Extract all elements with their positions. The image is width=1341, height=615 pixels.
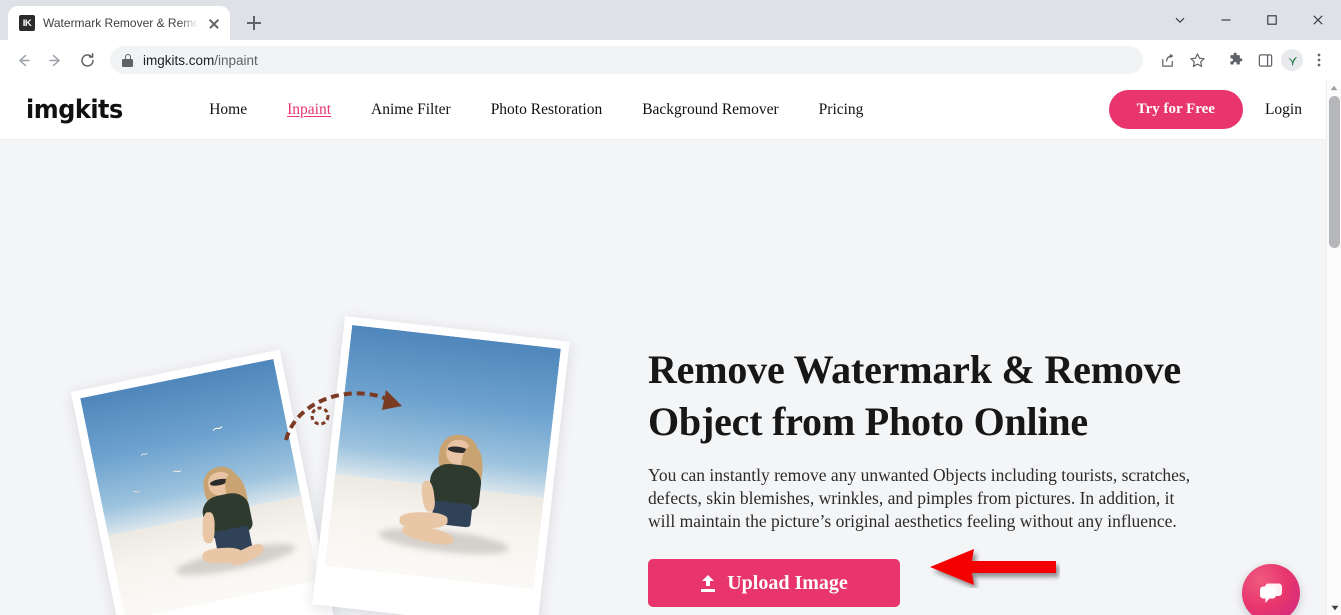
tab-title: Watermark Remover & Remove \u2026: [43, 16, 198, 30]
chrome-menu-icon[interactable]: [1305, 46, 1333, 74]
photo-collage: ∼ ∼ ∼ ∼: [70, 316, 622, 615]
nav-item-pricing[interactable]: Pricing: [799, 95, 884, 125]
chat-widget-button[interactable]: [1242, 564, 1300, 615]
bookmark-star-icon[interactable]: [1183, 46, 1211, 74]
site-header: imgkits Home Inpaint Anime Filter Photo …: [0, 80, 1326, 140]
minimize-button[interactable]: [1203, 0, 1249, 40]
upload-image-button[interactable]: Upload Image: [648, 559, 900, 607]
imgkits-page: imgkits Home Inpaint Anime Filter Photo …: [0, 80, 1326, 615]
after-photo-image: [324, 324, 561, 590]
tab-close-icon[interactable]: [206, 15, 222, 31]
url-path: /inpaint: [214, 52, 258, 68]
nav-item-photo-restoration[interactable]: Photo Restoration: [471, 95, 623, 125]
forward-arrow-icon[interactable]: [40, 45, 70, 75]
browser-window: IK Watermark Remover & Remove \u2026: [0, 0, 1341, 615]
site-logo[interactable]: imgkits: [26, 95, 123, 125]
page-viewport: imgkits Home Inpaint Anime Filter Photo …: [0, 80, 1341, 615]
page-title: Remove Watermark & Remove Object from Ph…: [648, 347, 1181, 444]
browser-tab[interactable]: IK Watermark Remover & Remove \u2026: [8, 6, 230, 40]
try-for-free-button[interactable]: Try for Free: [1108, 90, 1243, 129]
url-text: imgkits.com/inpaint: [143, 53, 258, 68]
tab-search-chevron-down-icon[interactable]: [1157, 0, 1203, 40]
chat-bubble-icon: [1260, 583, 1282, 603]
hero-section: ∼ ∼ ∼ ∼ Remove Watermark & Remove Object…: [0, 140, 1326, 615]
profile-avatar[interactable]: [1281, 49, 1303, 71]
nav-item-anime-filter[interactable]: Anime Filter: [351, 95, 471, 125]
extensions-puzzle-icon[interactable]: [1221, 46, 1249, 74]
nav-item-background-remover[interactable]: Background Remover: [622, 95, 798, 125]
share-icon[interactable]: [1153, 46, 1181, 74]
upload-arrow-icon: [700, 574, 716, 592]
login-link[interactable]: Login: [1265, 101, 1302, 119]
scroll-down-arrow[interactable]: [1327, 600, 1341, 615]
address-bar[interactable]: imgkits.com/inpaint: [110, 46, 1143, 74]
tab-favicon: IK: [19, 15, 35, 31]
back-arrow-icon[interactable]: [8, 45, 38, 75]
nav-item-inpaint[interactable]: Inpaint: [267, 95, 351, 125]
lock-icon: [122, 53, 133, 67]
hero-description: You can instantly remove any unwanted Ob…: [648, 465, 1191, 531]
person-figure: [393, 429, 508, 570]
tab-strip: IK Watermark Remover & Remove \u2026: [0, 0, 1341, 40]
scroll-up-arrow[interactable]: [1327, 80, 1341, 95]
nav-item-home[interactable]: Home: [189, 95, 267, 125]
close-window-button[interactable]: [1295, 0, 1341, 40]
after-photo: [312, 316, 570, 615]
header-actions: Try for Free Login: [1108, 90, 1302, 129]
new-tab-button[interactable]: [240, 9, 268, 37]
bird-icon: ∼: [131, 487, 141, 499]
url-domain: imgkits.com: [143, 52, 215, 68]
side-panel-icon[interactable]: [1251, 46, 1279, 74]
main-navigation: Home Inpaint Anime Filter Photo Restorat…: [189, 95, 883, 125]
maximize-button[interactable]: [1249, 0, 1295, 40]
page-scrollbar[interactable]: [1326, 80, 1341, 615]
red-pointer-arrow: [928, 546, 1060, 588]
browser-toolbar: imgkits.com/inpaint: [0, 40, 1341, 80]
upload-button-label: Upload Image: [727, 571, 848, 594]
window-controls: [1157, 0, 1341, 40]
curved-dashed-arrow-icon: [278, 376, 408, 454]
scrollbar-thumb[interactable]: [1329, 96, 1340, 248]
reload-icon[interactable]: [72, 45, 102, 75]
